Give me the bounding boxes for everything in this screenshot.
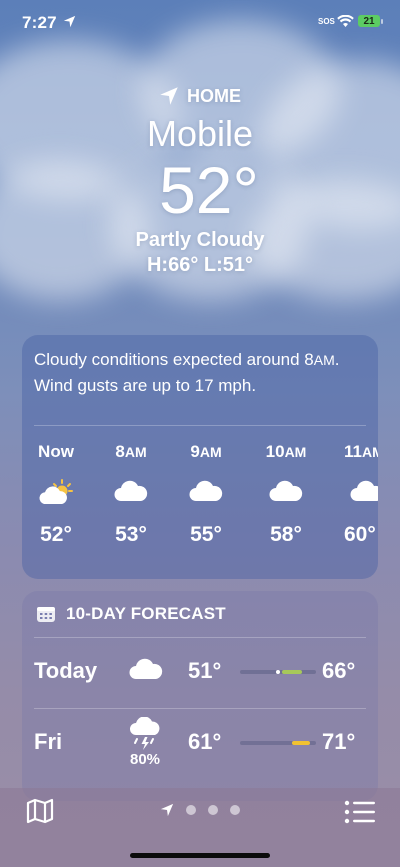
range-fill (292, 741, 310, 745)
cloud-icon (350, 480, 378, 501)
hourly-strip[interactable]: Now 52° 8AM 53° 9AM 55° 10AM 58° 11AM 60… (22, 426, 378, 576)
hour-label: Now (38, 442, 74, 461)
low-temp: 61° (188, 729, 222, 754)
current-temp-dot (276, 670, 280, 674)
location-arrow-icon[interactable] (160, 803, 174, 817)
precipitation-chance: 80% (129, 751, 161, 768)
hour-label: 11AM (336, 442, 378, 462)
map-icon[interactable] (26, 798, 54, 824)
hour-temp: 60° (344, 523, 376, 546)
hour-label-am: AM (199, 444, 222, 460)
hour-label-am: AM (124, 444, 147, 460)
location-arrow-icon (63, 15, 76, 28)
low-temp: 51° (188, 658, 222, 683)
cloud-icon (114, 480, 148, 501)
home-location-row: HOME (0, 82, 400, 110)
hour-temp: 55° (190, 523, 222, 546)
status-bar: 7:27 SOS 21 (0, 0, 400, 44)
forecast-row-today[interactable]: Today 51° 66° (22, 638, 378, 708)
hour-label-am: AM (284, 444, 307, 460)
hour-temp: 58° (270, 523, 302, 546)
wifi-icon (337, 15, 354, 27)
day-label: Fri (34, 729, 63, 754)
home-indicator (130, 853, 270, 858)
high-temp: 71° (322, 729, 356, 754)
thunderstorm-rain-icon (130, 717, 160, 750)
cloud-icon (269, 480, 303, 501)
temperature-range-bar (240, 741, 316, 745)
current-temperature: 52° (159, 153, 259, 227)
partly-cloudy-icon (39, 479, 73, 504)
forecast-row-fri[interactable]: Fri 80% 61° 71° (22, 709, 378, 779)
calendar-icon (37, 607, 55, 622)
battery-level: 21 (363, 15, 375, 27)
summary-text-part1: Cloudy conditions expected around 8 (34, 350, 314, 369)
day-label: Today (34, 658, 98, 683)
page-dot[interactable] (186, 805, 196, 815)
ten-day-header: 10-DAY FORECAST (22, 591, 378, 637)
hourly-forecast-card[interactable]: Cloudy conditions expected around 8AM. W… (22, 335, 378, 579)
high-low-text: H:66° L:51° (146, 254, 254, 276)
home-label: HOME (187, 85, 241, 106)
ten-day-title: 10-DAY FORECAST (66, 604, 226, 623)
range-fill (282, 670, 302, 674)
temperature-range-bar (240, 670, 316, 674)
ten-day-forecast-card[interactable]: 10-DAY FORECAST Today 51° 66° Fri 80% 61… (22, 591, 378, 801)
page-dot[interactable] (208, 805, 218, 815)
weather-header: HOME Mobile 52° Partly Cloudy H:66° L:51… (0, 82, 400, 278)
page-dot[interactable] (230, 805, 240, 815)
battery-icon: 21 (358, 15, 380, 27)
condition-text: Partly Cloudy (135, 229, 265, 251)
cloud-icon (189, 480, 223, 501)
hour-label-am: AM (361, 444, 378, 460)
forecast-summary: Cloudy conditions expected around 8AM. W… (22, 335, 378, 425)
list-icon[interactable] (344, 800, 376, 824)
cloud-icon (129, 658, 163, 679)
hour-temp: 53° (115, 523, 147, 546)
city-name: Mobile (146, 113, 254, 154)
hour-label: 8AM (115, 442, 147, 461)
status-time: 7:27 (22, 13, 57, 32)
location-arrow-icon (160, 87, 178, 105)
battery-cap (381, 19, 383, 24)
page-indicator[interactable] (160, 803, 240, 817)
hour-label: 9AM (190, 442, 222, 461)
sos-indicator: SOS (318, 17, 335, 26)
high-temp: 66° (322, 658, 356, 683)
hour-temp: 52° (40, 523, 72, 546)
summary-text-am: AM (313, 352, 335, 368)
hour-label: 10AM (265, 442, 307, 461)
